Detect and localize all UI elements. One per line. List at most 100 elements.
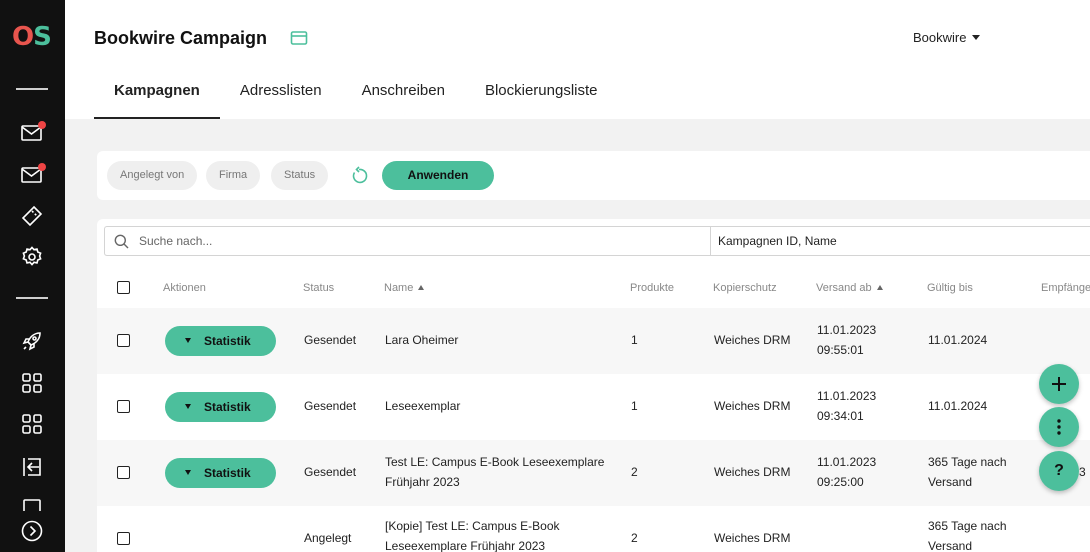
row-products: 1 — [631, 399, 638, 413]
ticket-icon[interactable] — [20, 204, 44, 228]
help-icon: ? — [1054, 462, 1064, 479]
row-valid-until: 11.01.2024 — [928, 333, 988, 347]
tab-adresslisten[interactable]: Adresslisten — [220, 66, 342, 119]
row-sent-date: 11.01.2023 — [817, 389, 877, 403]
row-valid-until: 11.01.2024 — [928, 399, 988, 413]
notification-dot — [38, 121, 46, 129]
row-products: 2 — [631, 531, 638, 545]
row-valid-until-line-2: Versand — [928, 475, 973, 489]
row-sent-time: 09:25:00 — [817, 475, 864, 489]
more-vertical-icon — [1057, 419, 1061, 435]
row-checkbox[interactable] — [117, 466, 130, 479]
row-drm: Weiches DRM — [714, 333, 791, 347]
row-name[interactable]: Lara Oheimer — [385, 330, 458, 350]
notification-dot — [38, 163, 46, 171]
row-name[interactable]: Test LE: Campus E-Book Leseexemplare — [385, 452, 604, 472]
row-checkbox[interactable] — [117, 334, 130, 347]
row-name[interactable]: [Kopie] Test LE: Campus E-Book — [385, 516, 560, 536]
col-header-kopierschutz[interactable]: Kopierschutz — [713, 282, 777, 294]
row-status: Gesendet — [304, 399, 357, 413]
gear-icon[interactable] — [20, 245, 44, 269]
page-title: Bookwire Campaign — [94, 28, 268, 48]
table-row[interactable]: Statistik Gesendet Test LE: Campus E-Boo… — [97, 440, 1090, 506]
col-header-name[interactable]: Name — [384, 282, 425, 294]
grid-icon[interactable] — [20, 371, 44, 395]
select-all-checkbox[interactable] — [117, 281, 130, 294]
row-valid-until: 365 Tage nach — [928, 455, 1007, 469]
statistik-button[interactable]: Statistik — [165, 458, 276, 488]
statistik-button[interactable]: Statistik — [165, 326, 276, 356]
table-row[interactable]: Angelegt [Kopie] Test LE: Campus E-Book … — [97, 506, 1090, 552]
tab-anschreiben[interactable]: Anschreiben — [342, 66, 465, 119]
sort-asc-icon — [418, 285, 425, 290]
header: Bookwire Campaign Bookwire Kampagnen Adr… — [65, 0, 1090, 119]
row-valid-until-line-2: Versand — [928, 539, 973, 552]
row-name-line-2[interactable]: Leseexemplare Frühjahr 2023 — [385, 536, 545, 552]
os-logo[interactable]: OS — [12, 22, 52, 52]
search-input[interactable] — [139, 230, 699, 252]
row-status: Gesendet — [304, 465, 357, 479]
col-header-aktionen: Aktionen — [163, 282, 206, 294]
reset-icon[interactable] — [349, 166, 369, 186]
chevron-right-circle-icon[interactable] — [20, 519, 44, 543]
sort-asc-icon — [876, 285, 883, 290]
tab-blockierungsliste[interactable]: Blockierungsliste — [465, 66, 618, 119]
apply-button[interactable]: Anwenden — [382, 161, 494, 190]
content-area: Bookwire Campaign Bookwire Kampagnen Adr… — [65, 0, 1090, 552]
row-drm: Weiches DRM — [714, 465, 791, 479]
main-panel: Angelegt von Firma Status Anwenden Kampa… — [65, 119, 1090, 552]
plus-icon — [1052, 377, 1066, 391]
grid-icon[interactable] — [20, 412, 44, 436]
row-sent-time: 09:55:01 — [817, 343, 864, 357]
col-header-status[interactable]: Status — [303, 282, 334, 294]
caret-down-icon — [972, 35, 981, 40]
row-name[interactable]: Leseexemplar — [385, 396, 460, 416]
rocket-icon[interactable] — [20, 329, 44, 353]
statistik-button[interactable]: Statistik — [165, 392, 276, 422]
row-status: Angelegt — [304, 531, 352, 545]
filter-angelegt-von[interactable]: Angelegt von — [107, 161, 198, 190]
sidebar-divider — [16, 297, 48, 299]
campaign-table: Kampagnen ID, Name Aktionen Status Name … — [97, 219, 1090, 552]
filter-status[interactable]: Status — [271, 161, 329, 190]
table-row[interactable]: Statistik Gesendet Lara Oheimer 1 Weiche… — [97, 308, 1090, 374]
filter-firma[interactable]: Firma — [206, 161, 261, 190]
row-products: 2 — [631, 465, 638, 479]
col-header-empfaenger[interactable]: Empfänger — [1041, 282, 1090, 294]
row-recipients: 3 — [1079, 465, 1086, 479]
col-header-produkte[interactable]: Produkte — [630, 282, 674, 294]
row-checkbox[interactable] — [117, 532, 130, 545]
org-name: Bookwire — [913, 30, 967, 45]
logout-icon[interactable] — [20, 455, 44, 479]
caret-down-icon — [185, 338, 191, 343]
row-drm: Weiches DRM — [714, 399, 791, 413]
row-products: 1 — [631, 333, 638, 347]
sidebar: OS — [0, 0, 65, 552]
org-dropdown[interactable]: Bookwire — [913, 30, 981, 45]
col-header-gueltig-bis[interactable]: Gültig bis — [927, 282, 973, 294]
row-sent-time: 09:34:01 — [817, 409, 864, 423]
window-icon[interactable] — [20, 497, 44, 511]
help-fab[interactable]: ? — [1039, 451, 1079, 491]
row-checkbox[interactable] — [117, 400, 130, 413]
tab-bar: Kampagnen Adresslisten Anschreiben Block… — [94, 66, 618, 119]
browser-window-icon[interactable] — [290, 30, 308, 46]
col-header-versand-ab[interactable]: Versand ab — [816, 282, 883, 294]
search-icon — [114, 234, 129, 249]
caret-down-icon — [185, 470, 191, 475]
add-fab[interactable] — [1039, 364, 1079, 404]
row-name-line-2[interactable]: Frühjahr 2023 — [385, 472, 460, 492]
row-valid-until: 365 Tage nach — [928, 519, 1007, 533]
tab-kampagnen[interactable]: Kampagnen — [94, 66, 220, 119]
sidebar-divider — [16, 88, 48, 90]
row-sent-date: 11.01.2023 — [817, 455, 877, 469]
search-bar: Kampagnen ID, Name — [104, 226, 1090, 256]
more-fab[interactable] — [1039, 407, 1079, 447]
table-row[interactable]: Statistik Gesendet Leseexemplar 1 Weiche… — [97, 374, 1090, 440]
filter-bar: Angelegt von Firma Status Anwenden — [97, 151, 1090, 200]
row-sent-date: 11.01.2023 — [817, 323, 877, 337]
row-drm: Weiches DRM — [714, 531, 791, 545]
row-status: Gesendet — [304, 333, 357, 347]
search-scope[interactable]: Kampagnen ID, Name — [710, 227, 1090, 255]
caret-down-icon — [185, 404, 191, 409]
